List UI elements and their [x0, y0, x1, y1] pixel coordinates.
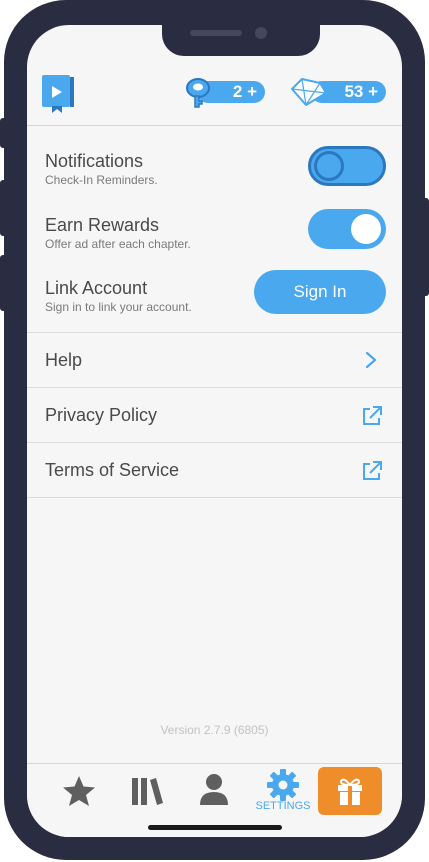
- gift-button[interactable]: [318, 767, 382, 815]
- rewards-subtitle: Offer ad after each chapter.: [45, 237, 191, 251]
- gems-value: 53 +: [344, 82, 378, 101]
- side-button-left-2: [0, 180, 8, 236]
- toggle-knob: [314, 151, 344, 181]
- rewards-toggle[interactable]: [308, 209, 386, 249]
- gift-icon: [338, 778, 362, 805]
- privacy-policy-row[interactable]: Privacy Policy: [27, 388, 402, 442]
- star-icon[interactable]: [61, 774, 97, 808]
- side-button-left-3: [0, 255, 8, 311]
- link-account-subtitle: Sign in to link your account.: [45, 300, 192, 314]
- rewards-title: Earn Rewards: [45, 215, 160, 235]
- version-label: Version 2.7.9 (6805): [160, 723, 269, 737]
- terms-of-service-label: Terms of Service: [45, 460, 180, 480]
- key-icon: [186, 78, 210, 108]
- notifications-title: Notifications: [45, 151, 144, 171]
- notifications-toggle[interactable]: [308, 146, 386, 186]
- diamond-icon: [291, 78, 327, 106]
- book-play-icon[interactable]: [42, 75, 76, 113]
- gear-icon[interactable]: [266, 768, 300, 802]
- terms-of-service-row[interactable]: Terms of Service: [27, 443, 402, 497]
- help-label: Help: [45, 350, 83, 370]
- app-screen: 2 + 53 + Notifications Check-In Reminder…: [27, 25, 402, 837]
- front-camera: [255, 27, 267, 39]
- sign-in-button[interactable]: Sign In: [254, 270, 386, 314]
- profile-icon[interactable]: [197, 772, 231, 808]
- external-link-icon: [363, 461, 382, 480]
- keys-value: 2 +: [232, 82, 257, 101]
- help-row[interactable]: Help: [27, 333, 402, 387]
- device-notch: [162, 24, 320, 56]
- side-button-left-1: [0, 118, 8, 148]
- external-link-icon: [363, 406, 382, 425]
- speaker-grille: [190, 30, 242, 36]
- notifications-subtitle: Check-In Reminders.: [45, 173, 158, 187]
- divider: [27, 497, 402, 498]
- library-icon[interactable]: [130, 774, 164, 808]
- toggle-knob: [351, 214, 381, 244]
- link-account-title: Link Account: [45, 278, 148, 298]
- side-button-right: [421, 198, 429, 296]
- settings-tab-label[interactable]: SETTINGS: [252, 800, 314, 812]
- home-indicator[interactable]: [148, 825, 282, 830]
- privacy-policy-label: Privacy Policy: [45, 405, 158, 425]
- chevron-right-icon: [365, 351, 377, 369]
